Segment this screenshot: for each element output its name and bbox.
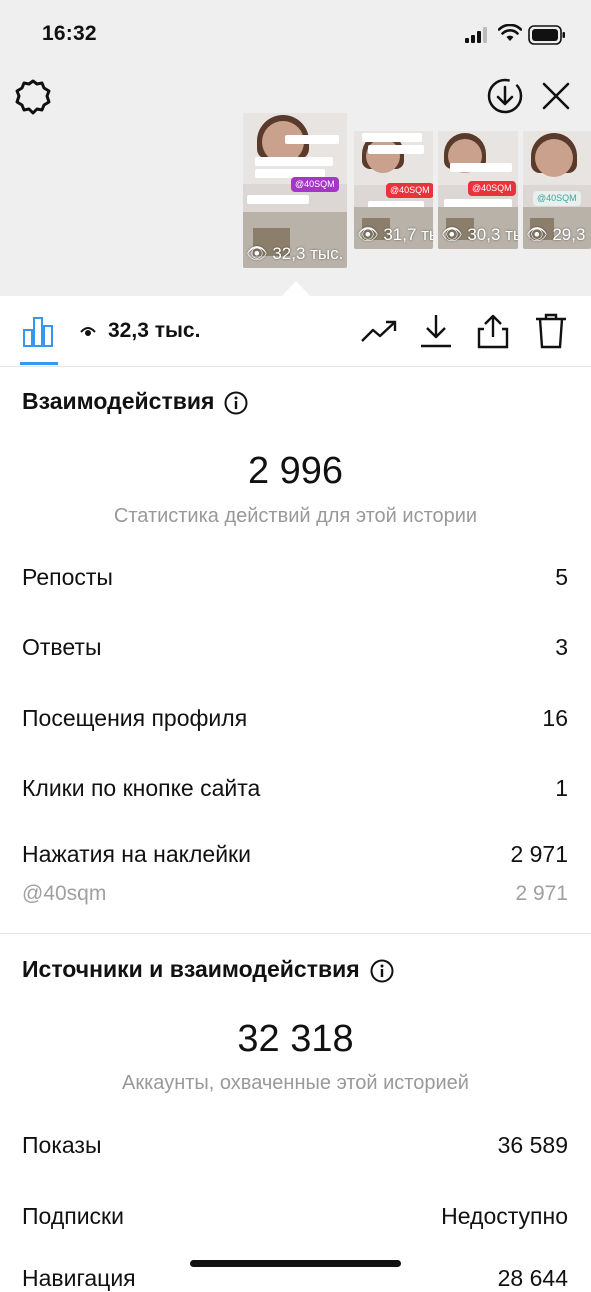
story-header-area: 16:32 @40SQM 👁 32,3 тыс. @40SQM 👁 31,7 т… xyxy=(0,0,591,296)
stat-label: Показы xyxy=(22,1132,102,1158)
gear-icon[interactable] xyxy=(14,78,52,116)
info-icon[interactable] xyxy=(370,959,394,983)
stat-value: Недоступно xyxy=(441,1203,568,1229)
stat-value: 3 xyxy=(555,634,568,660)
home-indicator[interactable] xyxy=(190,1260,401,1267)
active-tab-indicator xyxy=(20,362,58,365)
story-toolbar: 32,3 тыс. xyxy=(0,296,591,367)
toolbar-view-count: 32,3 тыс. xyxy=(108,319,201,342)
sticker-tag: @40SQM xyxy=(386,183,433,198)
stat-label: Подписки xyxy=(22,1203,124,1229)
story-thumbnails: @40SQM 👁 32,3 тыс. @40SQM 👁 31,7 ть @40S… xyxy=(0,113,591,273)
wifi-icon xyxy=(498,24,522,41)
share-icon[interactable] xyxy=(476,313,510,349)
stat-value: 28 644 xyxy=(497,1265,568,1291)
stat-value: 2 971 xyxy=(510,841,568,867)
info-icon[interactable] xyxy=(224,391,248,415)
story-thumbnail[interactable]: @40SQM 👁 29,3 xyxy=(523,131,591,249)
close-icon[interactable] xyxy=(540,80,572,112)
battery-icon xyxy=(528,25,565,45)
sticker-tag: @40SQM xyxy=(468,181,516,196)
stat-label: @40sqm xyxy=(22,882,107,905)
sticker-tag: @40SQM xyxy=(291,177,339,192)
story-thumbnail[interactable]: @40SQM 👁 30,3 ть xyxy=(438,131,518,249)
stat-value: 5 xyxy=(555,564,568,590)
stat-value: 1 xyxy=(555,775,568,801)
download-circle-icon[interactable] xyxy=(486,77,524,115)
insights-bars-icon[interactable] xyxy=(22,316,56,348)
interactions-subtitle: Статистика действий для этой истории xyxy=(113,505,478,527)
discovery-total: 32 318 xyxy=(237,1018,354,1060)
story-view-count: 👁 29,3 xyxy=(526,225,586,244)
selected-story-pointer xyxy=(282,281,310,296)
stat-label: Посещения профиля xyxy=(22,705,248,731)
status-time: 16:32 xyxy=(42,22,97,45)
eye-icon xyxy=(80,327,96,336)
status-bar: 16:32 xyxy=(0,0,591,70)
interactions-section-title: Взаимодействия xyxy=(22,388,248,415)
cellular-signal-icon xyxy=(465,27,487,43)
story-thumbnail[interactable]: @40SQM 👁 31,7 ть xyxy=(354,131,433,249)
story-view-count: 👁 31,7 ть xyxy=(357,225,433,244)
stat-value: 2 971 xyxy=(515,882,568,905)
stat-label: Навигация xyxy=(22,1265,136,1291)
download-icon[interactable] xyxy=(419,313,453,349)
sticker-tag: @40SQM xyxy=(533,191,581,206)
story-thumbnail[interactable]: @40SQM 👁 32,3 тыс. xyxy=(243,113,347,268)
interactions-total: 2 996 xyxy=(247,450,344,492)
stat-value: 36 589 xyxy=(497,1132,568,1158)
stat-label: Нажатия на наклейки xyxy=(22,841,251,867)
stat-value: 16 xyxy=(542,705,568,731)
trash-icon[interactable] xyxy=(534,313,568,349)
stat-label: Клики по кнопке сайта xyxy=(22,775,261,801)
trending-icon[interactable] xyxy=(360,319,398,343)
section-divider xyxy=(0,933,591,934)
story-view-count: 👁 30,3 ть xyxy=(441,225,518,244)
stat-label: Ответы xyxy=(22,634,102,660)
stat-label: Репосты xyxy=(22,564,113,590)
story-view-count: 👁 32,3 тыс. xyxy=(246,244,344,263)
discovery-subtitle: Аккаунты, охваченные этой историей xyxy=(122,1072,469,1094)
discovery-section-title: Источники и взаимодействия xyxy=(22,956,394,983)
